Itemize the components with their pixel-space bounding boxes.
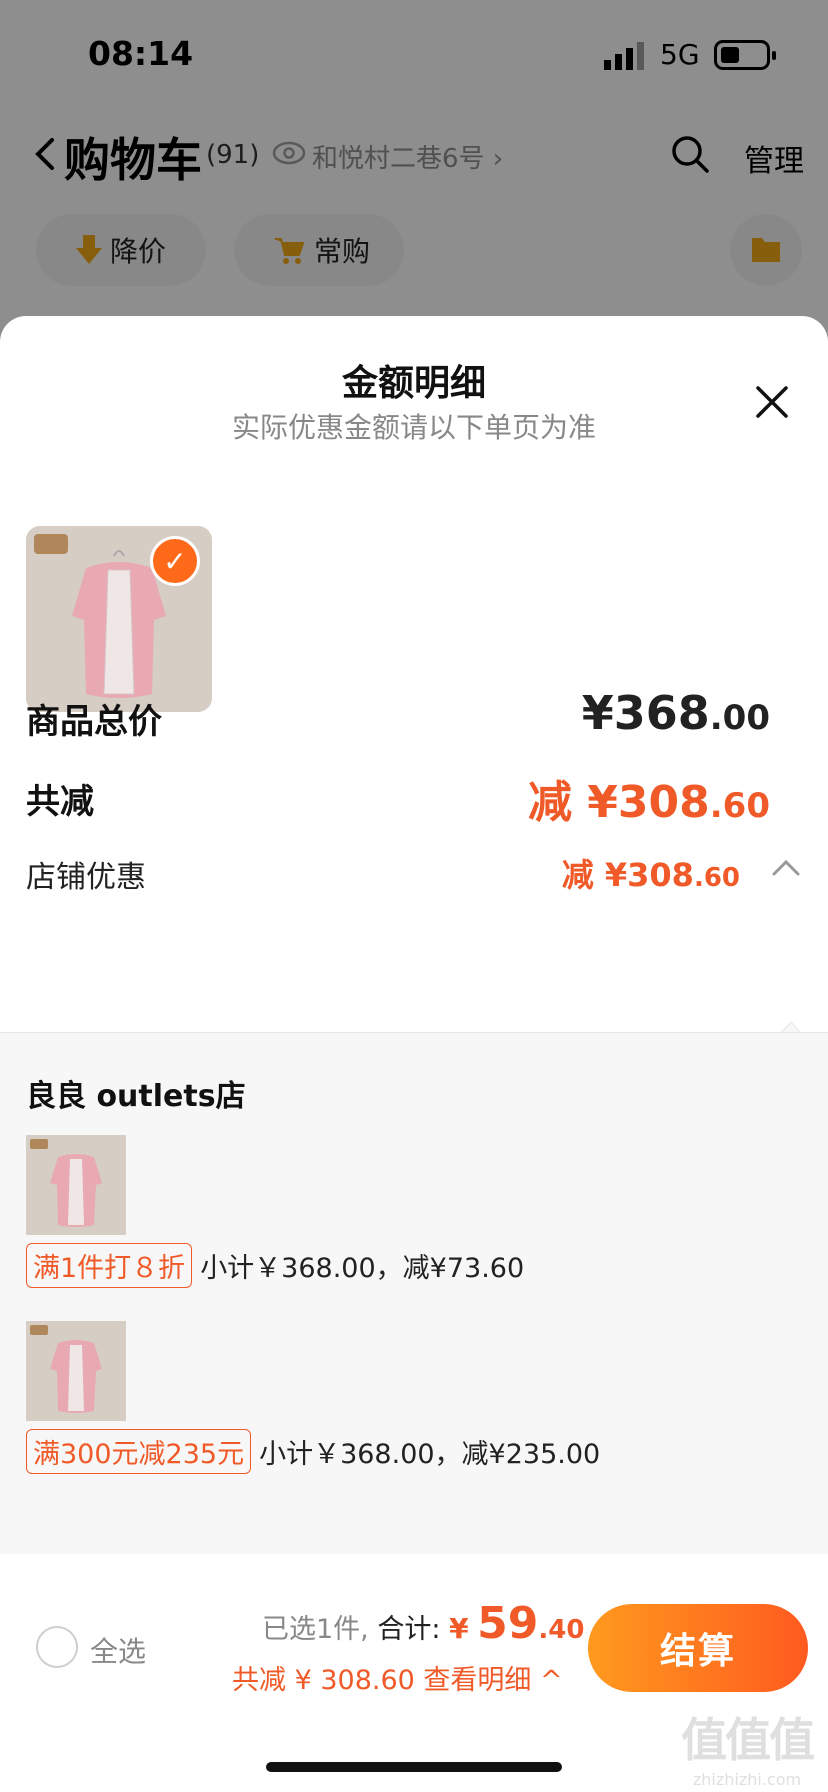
- sleep-sack-image: [26, 1135, 126, 1235]
- checkout-button[interactable]: 结算: [588, 1604, 808, 1692]
- total-summary: 已选1件, 合计: ¥ 59.40: [262, 1598, 585, 1649]
- shop-discount-row[interactable]: 店铺优惠 减 ¥308.60: [26, 852, 802, 896]
- select-all-radio[interactable]: [36, 1626, 78, 1668]
- promo-detail: 小计￥368.00，减¥235.00: [259, 1439, 601, 1470]
- sheet-title: 金额明细: [341, 363, 486, 404]
- sleep-sack-image: [26, 1321, 126, 1421]
- select-all-label[interactable]: 全选: [90, 1630, 146, 1670]
- total-price-row: 商品总价 ¥368.00: [26, 686, 802, 744]
- selected-check-icon: ✓: [150, 536, 200, 586]
- watermark-url: zhizhizhi.com: [692, 1770, 802, 1789]
- reduction-summary-link[interactable]: 共减 ¥ 308.60 查看明细 ^: [232, 1658, 563, 1697]
- promo-tag: 满1件打８折: [26, 1243, 193, 1288]
- sheet-subtitle: 实际优惠金额请以下单页为准: [231, 411, 596, 444]
- total-reduction-label: 共减: [26, 782, 94, 822]
- item-thumbnail: [26, 1135, 126, 1235]
- shop-discount-value: 减 ¥308.60: [561, 856, 740, 894]
- item-thumbnail: [26, 1321, 126, 1421]
- promo-line-1: 满1件打８折 小计￥368.00，减¥73.60: [26, 1243, 524, 1288]
- total-reduction-value: 减 ¥308.60: [527, 777, 770, 828]
- home-indicator: [266, 1762, 562, 1772]
- total-reduction-row: 共减 减 ¥308.60: [26, 774, 802, 828]
- chevron-up-icon[interactable]: [770, 854, 802, 882]
- shop-name: 良良 outlets店: [26, 1079, 246, 1114]
- amount-detail-sheet: 金额明细 实际优惠金额请以下单页为准 ✓ 商品总价 ¥368.00 共减 减 ¥…: [0, 316, 828, 1792]
- promo-detail: 小计￥368.00，减¥73.60: [200, 1253, 525, 1284]
- promo-line-2: 满300元减235元 小计￥368.00，减¥235.00: [26, 1429, 600, 1474]
- watermark: 值值值 zhizhizhi.com: [672, 1704, 822, 1790]
- shop-discount-detail: 良良 outlets店 满1件打８折 小计￥368.00，减¥73.60 满30…: [0, 1032, 828, 1554]
- shop-discount-label: 店铺优惠: [26, 860, 146, 895]
- close-icon[interactable]: [752, 382, 792, 422]
- watermark-logo: 值值值: [681, 1713, 815, 1767]
- total-price-label: 商品总价: [26, 702, 162, 742]
- promo-tag: 满300元减235元: [26, 1429, 252, 1474]
- total-price-value: ¥368.00: [581, 686, 770, 740]
